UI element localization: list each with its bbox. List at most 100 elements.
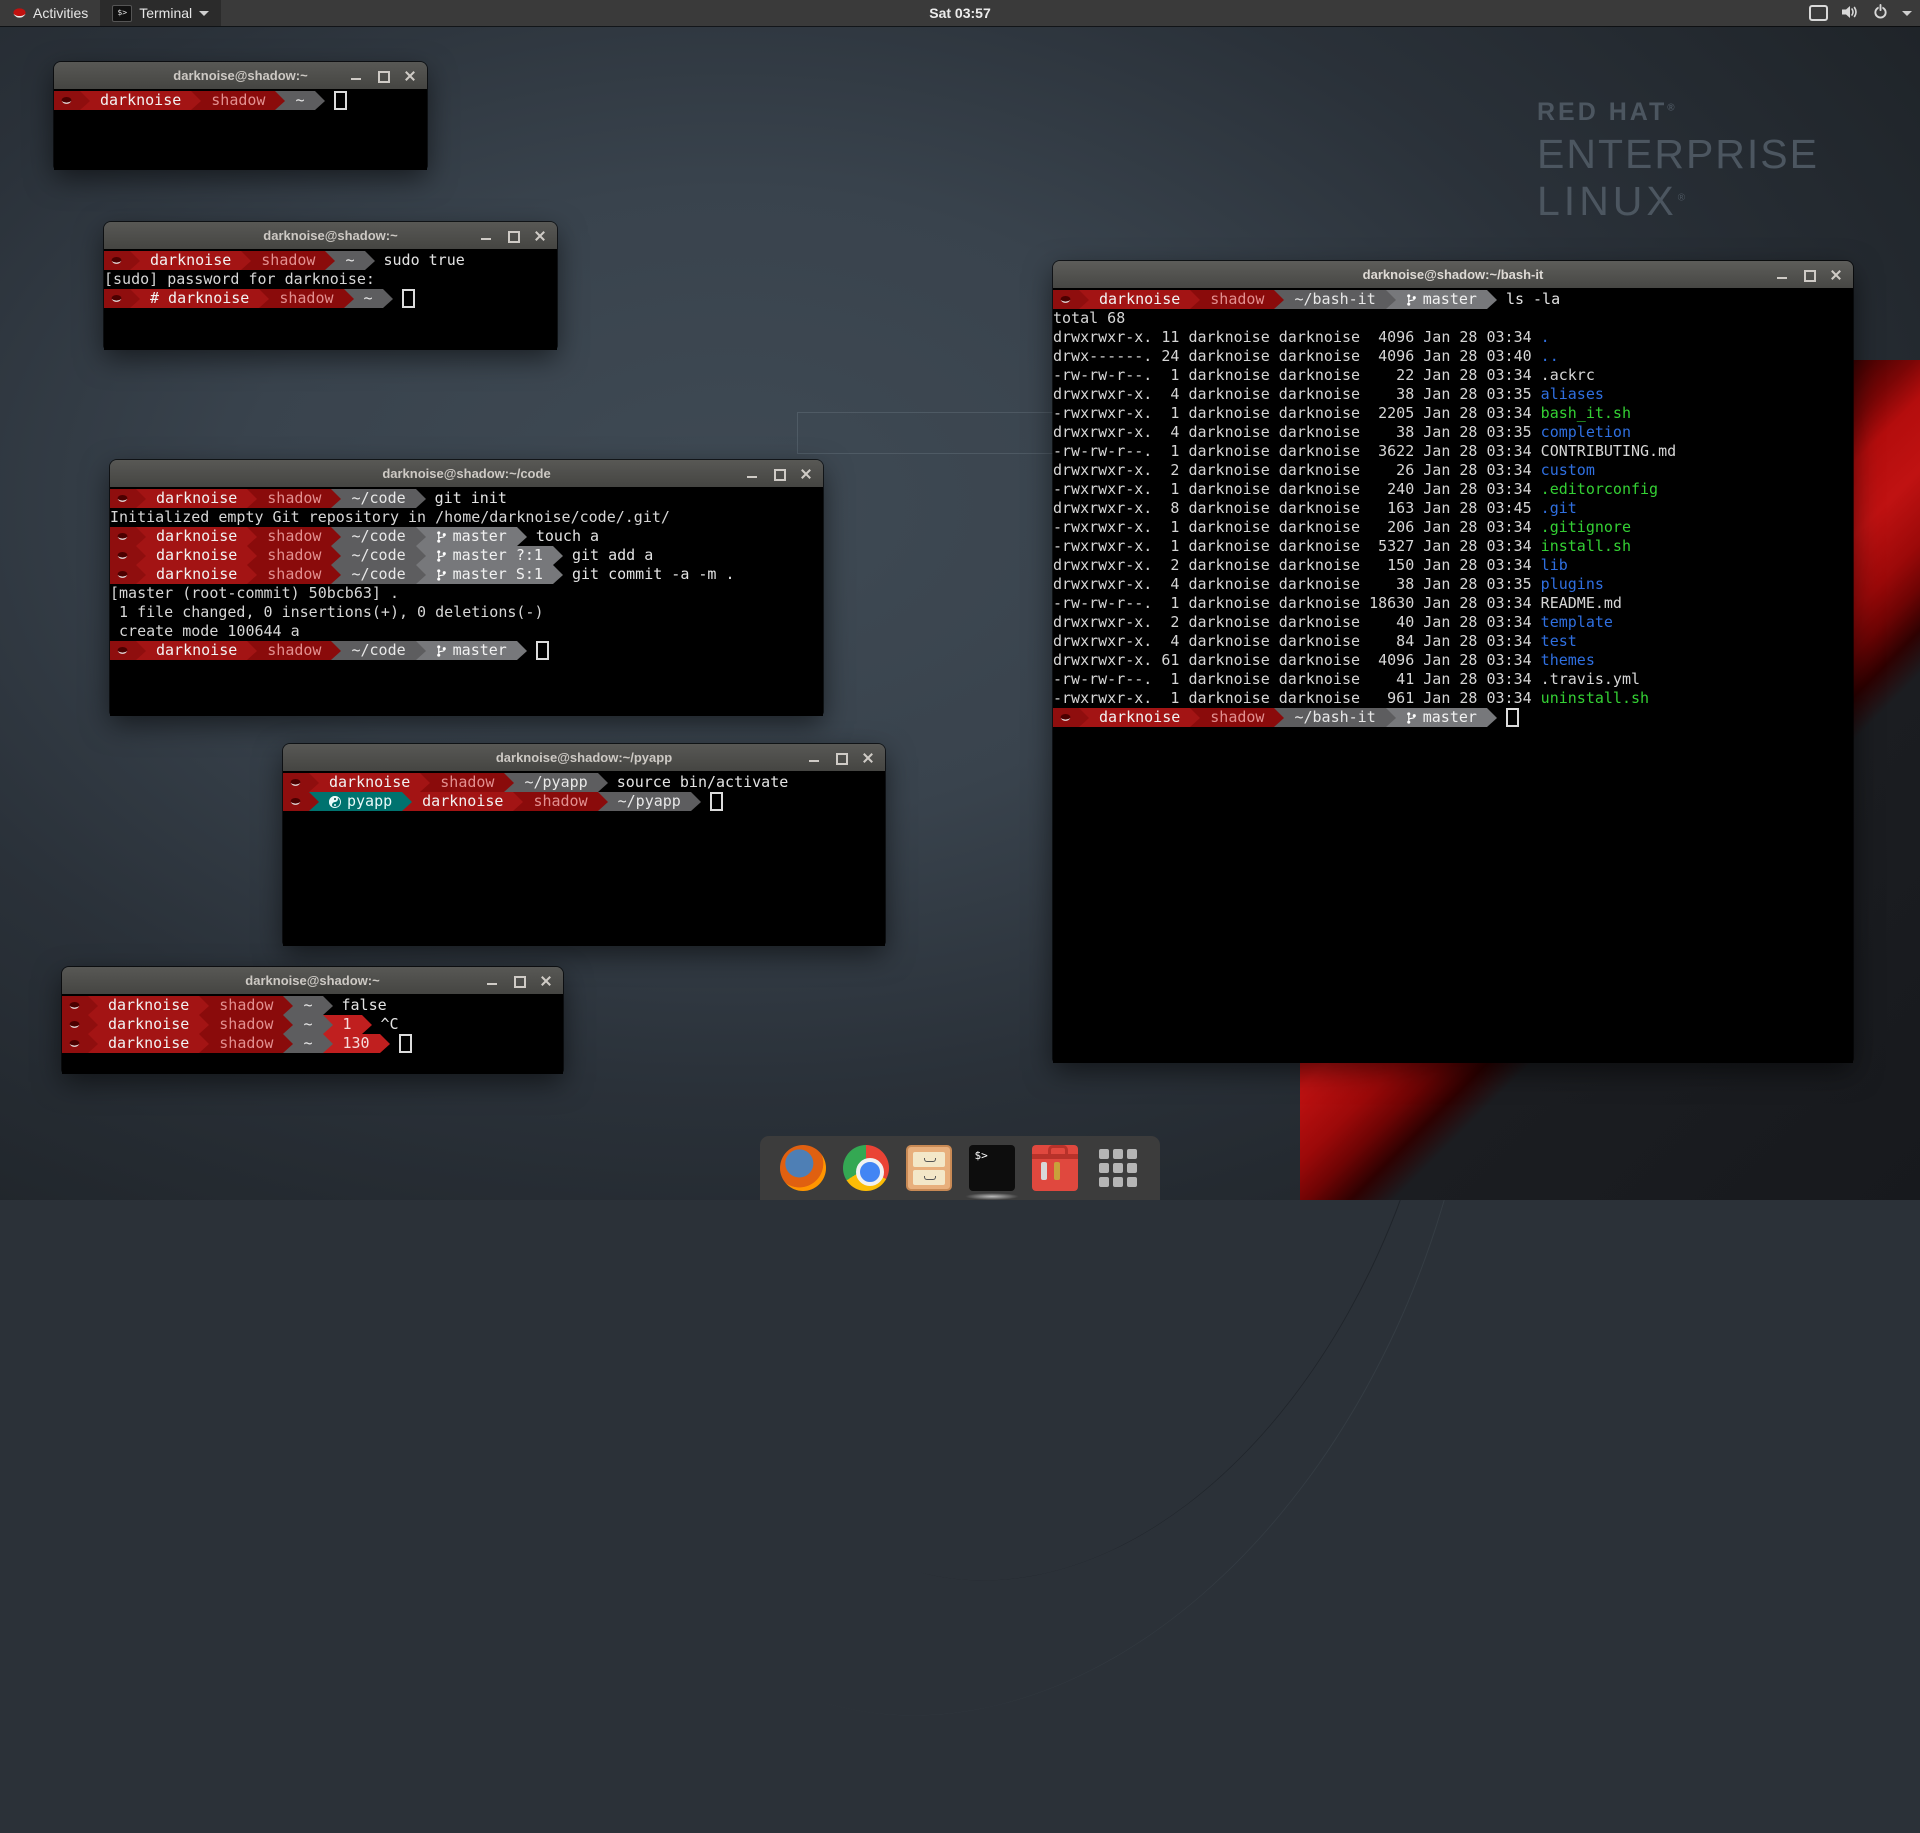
window-terminal-exitcodes: darknoise@shadow:~darknoiseshadow~falsed… [62, 967, 563, 1072]
terminal-icon[interactable]: $> [969, 1145, 1015, 1191]
window-title: darknoise@shadow:~/code [382, 466, 550, 481]
branch-icon [436, 644, 447, 658]
terminal-content[interactable]: darknoiseshadow~/codegit initInitialized… [110, 487, 823, 716]
segment-separator-icon [1274, 290, 1284, 309]
clock[interactable]: Sat 03:57 [929, 0, 990, 26]
toolbox-icon[interactable] [1032, 1145, 1078, 1191]
ls-meta-text: -rwxrwxr-x. 1 darknoise darknoise 5327 J… [1053, 537, 1541, 556]
terminal-content[interactable]: darknoiseshadow~ [54, 89, 427, 170]
segment-separator-icon [259, 289, 269, 308]
prompt-segment-user: darknoise [98, 1015, 199, 1034]
maximize-button[interactable] [834, 751, 848, 765]
ls-meta-text: -rwxrwxr-x. 1 darknoise darknoise 961 Ja… [1053, 689, 1541, 708]
maximize-button[interactable] [772, 467, 786, 481]
ls-meta-text: drwxrwxr-x. 4 darknoise darknoise 38 Jan… [1053, 385, 1541, 404]
window-title: darknoise@shadow:~/bash-it [1363, 267, 1544, 282]
close-button[interactable] [533, 229, 547, 243]
window-titlebar[interactable]: darknoise@shadow:~ [54, 62, 427, 89]
segment-separator-icon [136, 527, 146, 546]
ls-meta-text: -rw-rw-r--. 1 darknoise darknoise 18630 … [1053, 594, 1541, 613]
terminal-line: drwxrwxr-x. 2 darknoise darknoise 150 Ja… [1053, 556, 1853, 575]
minimize-button[interactable] [485, 974, 499, 988]
maximize-button[interactable] [512, 974, 526, 988]
output-text: 1 file changed, 0 insertions(+), 0 delet… [110, 603, 543, 622]
app-grid-icon[interactable] [1095, 1145, 1141, 1191]
maximize-button[interactable] [506, 229, 520, 243]
power-icon[interactable] [1873, 4, 1888, 22]
close-button[interactable] [861, 751, 875, 765]
window-titlebar[interactable]: darknoise@shadow:~/code [110, 460, 823, 487]
prompt-segment-hat [104, 289, 130, 308]
segment-separator-icon [380, 1034, 390, 1053]
minimize-button[interactable] [479, 229, 493, 243]
segment-separator-icon [416, 546, 426, 565]
volume-icon[interactable] [1842, 5, 1859, 22]
window-titlebar[interactable]: darknoise@shadow:~/pyapp [283, 744, 885, 771]
terminal-content[interactable]: darknoiseshadow~sudo true[sudo] password… [104, 249, 557, 350]
redhat-prompt-icon [1059, 712, 1072, 724]
terminal-line: -rwxrwxr-x. 1 darknoise darknoise 240 Ja… [1053, 480, 1853, 499]
close-button[interactable] [1829, 268, 1843, 282]
command-text: touch a [536, 527, 599, 546]
maximize-button[interactable] [376, 69, 390, 83]
prompt-segment-venv: pyapp [319, 792, 402, 811]
files-icon[interactable] [906, 1145, 952, 1191]
segment-separator-icon [331, 546, 341, 565]
minimize-button[interactable] [1775, 268, 1789, 282]
terminal-cursor [334, 91, 347, 110]
app-menu-label: Terminal [139, 5, 192, 21]
activities-button[interactable]: Activities [0, 0, 100, 26]
window-title: darknoise@shadow:~/pyapp [496, 750, 672, 765]
prompt-segment-user: darknoise [98, 996, 199, 1015]
prompt-segment-git: master [426, 527, 517, 546]
terminal-content[interactable]: darknoiseshadow~falsedarknoiseshadow~1^C… [62, 994, 563, 1074]
terminal-line: [master (root-commit) 50bcb63] . [110, 584, 823, 603]
window-buttons [479, 222, 547, 249]
prompt-segment-host: shadow [257, 565, 331, 584]
prompt-segment-host: shadow [269, 289, 343, 308]
screen-icon[interactable] [1809, 5, 1828, 21]
terminal-content[interactable]: darknoiseshadow~/pyappsource bin/activat… [283, 771, 885, 946]
prompt-segment-user: darknoise [146, 489, 247, 508]
ls-meta-text: drwxrwxr-x. 8 darknoise darknoise 163 Ja… [1053, 499, 1541, 518]
close-button[interactable] [403, 69, 417, 83]
minimize-button[interactable] [807, 751, 821, 765]
segment-separator-icon [1190, 708, 1200, 727]
close-button[interactable] [799, 467, 813, 481]
ls-meta-text: -rwxrwxr-x. 1 darknoise darknoise 240 Ja… [1053, 480, 1541, 499]
minimize-button[interactable] [745, 467, 759, 481]
segment-separator-icon [1386, 708, 1396, 727]
segment-separator-icon [80, 91, 90, 110]
activities-label: Activities [33, 5, 88, 21]
window-titlebar[interactable]: darknoise@shadow:~ [62, 967, 563, 994]
window-titlebar[interactable]: darknoise@shadow:~/bash-it [1053, 261, 1853, 288]
prompt-segment-host: shadow [1200, 290, 1274, 309]
segment-separator-icon [199, 1015, 209, 1034]
minimize-button[interactable] [349, 69, 363, 83]
prompt-segment-path: ~/bash-it [1284, 290, 1385, 309]
prompt-segment-user: darknoise [1089, 290, 1190, 309]
ls-meta-text: drwxrwxr-x. 2 darknoise darknoise 40 Jan… [1053, 613, 1541, 632]
terminal-line: drwxrwxr-x. 4 darknoise darknoise 84 Jan… [1053, 632, 1853, 651]
maximize-button[interactable] [1802, 268, 1816, 282]
ls-filename: .gitignore [1541, 518, 1631, 537]
terminal-content[interactable]: darknoiseshadow~/bash-itmasterls -latota… [1053, 288, 1853, 1063]
firefox-icon[interactable] [780, 1145, 826, 1191]
ls-meta-text: drwx------. 24 darknoise darknoise 4096 … [1053, 347, 1541, 366]
ls-filename: CONTRIBUTING.md [1541, 442, 1676, 461]
terminal-line: 1 file changed, 0 insertions(+), 0 delet… [110, 603, 823, 622]
segment-separator-icon [331, 489, 341, 508]
chrome-icon[interactable] [843, 1145, 889, 1191]
app-menu-terminal[interactable]: $> Terminal [100, 0, 221, 26]
branch-icon [1406, 293, 1417, 307]
prompt-segment-path: ~/code [341, 641, 415, 660]
terminal-line: darknoiseshadow~130 [62, 1034, 563, 1053]
window-titlebar[interactable]: darknoise@shadow:~ [104, 222, 557, 249]
segment-separator-icon [275, 91, 285, 110]
close-button[interactable] [539, 974, 553, 988]
prompt-segment-host: shadow [430, 773, 504, 792]
redhat-prompt-icon [116, 531, 129, 543]
ls-meta-text: drwxrwxr-x. 2 darknoise darknoise 150 Ja… [1053, 556, 1541, 575]
system-menu-caret-icon[interactable] [1902, 11, 1912, 16]
prompt-segment-user: darknoise [1089, 708, 1190, 727]
